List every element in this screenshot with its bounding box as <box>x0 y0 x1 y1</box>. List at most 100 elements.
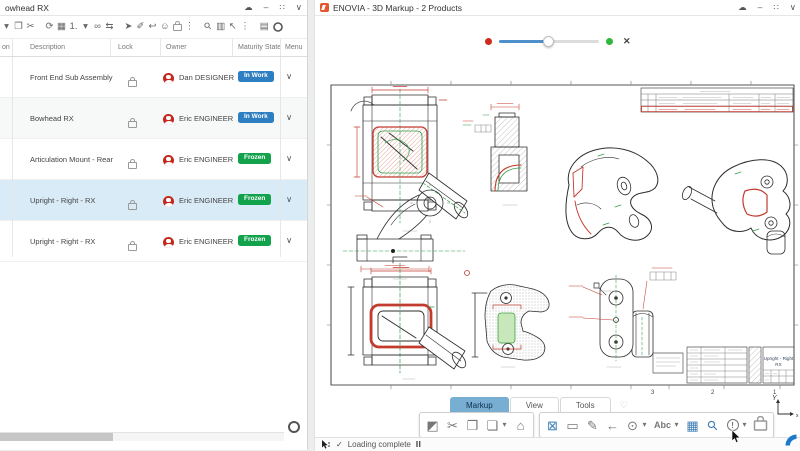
svg-text:3: 3 <box>651 390 655 395</box>
add-person-icon[interactable]: ☺ <box>160 22 170 32</box>
title-block-name: Upright - Right <box>764 356 794 361</box>
caret-down-icon[interactable]: ▾ <box>2 22 11 32</box>
pause-icon[interactable]: II <box>416 440 421 449</box>
compare-icon[interactable]: ⇆ <box>105 22 114 32</box>
green-state-dot[interactable] <box>606 38 613 45</box>
select-arrow-icon[interactable]: ↖ <box>228 22 237 32</box>
column-divider <box>12 39 13 56</box>
collapse-icon[interactable]: ∨ <box>296 3 302 12</box>
review-search-icon[interactable]: ⚲ <box>703 416 721 434</box>
view-iso-right <box>680 160 790 254</box>
column-header-description[interactable]: Description <box>30 44 65 51</box>
minimize-icon[interactable]: – <box>264 3 269 12</box>
search-icon[interactable]: ⚲ <box>202 20 215 33</box>
markup-mode-icon[interactable]: ⊠ <box>546 419 559 432</box>
tab-tools[interactable]: Tools <box>560 397 611 413</box>
share-icon[interactable]: ➤ <box>124 22 133 32</box>
home-icon[interactable]: ⌂ <box>514 419 527 432</box>
tab-view[interactable]: View <box>510 397 559 413</box>
lock-icon[interactable] <box>128 156 137 174</box>
table-row[interactable]: Articulation Mount - Rear Eric ENGINEER … <box>0 139 307 180</box>
lock-icon[interactable] <box>754 422 767 429</box>
caret-down-icon[interactable]: ▾ <box>742 421 747 429</box>
maturity-badge: Frozen <box>238 194 271 205</box>
tab-markup[interactable]: Markup <box>450 397 509 413</box>
caret-down-icon[interactable]: ▾ <box>81 22 90 32</box>
more-vertical-icon[interactable]: ⋮ <box>185 22 195 32</box>
scrollbar-thumb[interactable] <box>0 433 113 441</box>
drawing-canvas[interactable]: 3 2 1 <box>315 55 800 395</box>
column-header-menu[interactable]: Menu <box>285 44 303 51</box>
arrow-tool-icon[interactable]: ← <box>606 419 619 432</box>
relations-icon[interactable]: ∞ <box>93 22 102 32</box>
caret-down-icon[interactable]: ▾ <box>502 421 507 429</box>
svg-text:2: 2 <box>711 390 715 395</box>
column-header-owner[interactable]: Owner <box>166 44 187 51</box>
slider-handle[interactable] <box>543 36 554 47</box>
horizontal-scrollbar[interactable] <box>0 432 284 441</box>
row-menu-chevron-icon[interactable]: ∨ <box>286 194 292 205</box>
table-row[interactable]: Front End Sub Assembly Dan DESIGNER In W… <box>0 57 307 98</box>
caret-down-icon[interactable]: ▾ <box>674 421 679 429</box>
row-menu-chevron-icon[interactable]: ∨ <box>286 71 292 82</box>
cut-icon[interactable]: ✂ <box>26 22 35 32</box>
cut-icon[interactable]: ✂ <box>446 419 459 432</box>
select-markup-icon[interactable]: ◩ <box>426 419 439 432</box>
maturity-badge: Frozen <box>238 153 271 164</box>
issue-icon[interactable]: ! <box>726 419 739 431</box>
avatar <box>163 235 174 253</box>
rectangle-tool-icon[interactable]: ▭ <box>566 419 579 432</box>
slider-track[interactable] <box>499 40 599 44</box>
maximize-icon[interactable]: ∷ <box>279 3 284 12</box>
red-state-dot[interactable] <box>485 38 492 45</box>
numbering-icon[interactable]: 1. <box>69 22 78 32</box>
lock-icon[interactable] <box>128 74 137 92</box>
lock-icon[interactable] <box>128 115 137 133</box>
text-tool-icon[interactable]: Abc <box>654 421 671 430</box>
copy-icon[interactable]: ❐ <box>14 22 23 32</box>
copy-icon[interactable]: ❐ <box>466 419 479 432</box>
row-menu-chevron-icon[interactable]: ∨ <box>286 112 292 123</box>
import-icon[interactable]: ↩ <box>148 22 157 32</box>
collapse-icon[interactable]: ∨ <box>790 3 796 12</box>
maximize-icon[interactable]: ∷ <box>773 3 778 12</box>
column-header-lock[interactable]: Lock <box>118 44 133 51</box>
info-icon[interactable] <box>288 420 300 438</box>
structure-toolbar: ▾ ❐ ✂ ⟳ ▦ 1. ▾ ∞ ⇆ ➤ ✐ ↩ ☺ ⋮ ⚲ ▥ ↖ ⋮ ▤ <box>0 16 307 39</box>
close-icon[interactable]: ✕ <box>623 36 631 47</box>
axis-triad: Y x <box>767 391 800 419</box>
export-table-icon[interactable]: ▥ <box>216 22 225 32</box>
avatar <box>163 112 174 130</box>
caret-down-icon[interactable]: ▾ <box>642 421 647 429</box>
paste-icon[interactable]: ❏ <box>486 419 499 432</box>
note-tool-icon[interactable]: ✎ <box>586 419 599 432</box>
table-row[interactable]: Upright - Right - RX Eric ENGINEER Froze… <box>0 221 307 262</box>
cloud-icon[interactable]: ☁ <box>738 3 747 12</box>
lock-icon[interactable] <box>173 24 182 31</box>
cloud-icon[interactable]: ☁ <box>244 3 253 12</box>
sync-icon[interactable]: ⟳ <box>45 22 54 32</box>
column-divider <box>232 39 233 56</box>
structure-panel-titlebar: owhead RX ☁ – ∷ ∨ <box>0 0 307 16</box>
part-description: Upright - Right - RX <box>30 196 95 205</box>
annotate-icon[interactable]: ✐ <box>136 22 145 32</box>
select-cursor-icon[interactable] <box>321 440 331 450</box>
table-view-icon[interactable]: ▤ <box>260 22 269 32</box>
lock-icon[interactable] <box>128 197 137 215</box>
compass-icon[interactable] <box>784 433 798 447</box>
viewer-title: ENOVIA - 3D Markup - 2 Products <box>333 3 462 13</box>
column-header-maturity[interactable]: Maturity State <box>238 44 281 51</box>
table-row[interactable]: Bowhead RX Eric ENGINEER In Work ∨ <box>0 98 307 139</box>
row-menu-chevron-icon[interactable]: ∨ <box>286 153 292 164</box>
row-menu-chevron-icon[interactable]: ∨ <box>286 235 292 246</box>
minimize-icon[interactable]: – <box>758 3 763 12</box>
column-header[interactable]: on <box>2 44 10 51</box>
info-icon[interactable] <box>272 21 284 33</box>
markup-list-icon[interactable]: ▦ <box>686 419 699 432</box>
more-vertical-icon[interactable]: ⋮ <box>240 22 250 32</box>
grid-icon[interactable]: ▦ <box>57 22 66 32</box>
lock-icon[interactable] <box>128 238 137 256</box>
compare-slider: ✕ <box>485 36 631 47</box>
circle-tool-icon[interactable]: ⊙ <box>626 419 639 432</box>
table-row-selected[interactable]: Upright - Right - RX Eric ENGINEER Froze… <box>0 180 307 221</box>
